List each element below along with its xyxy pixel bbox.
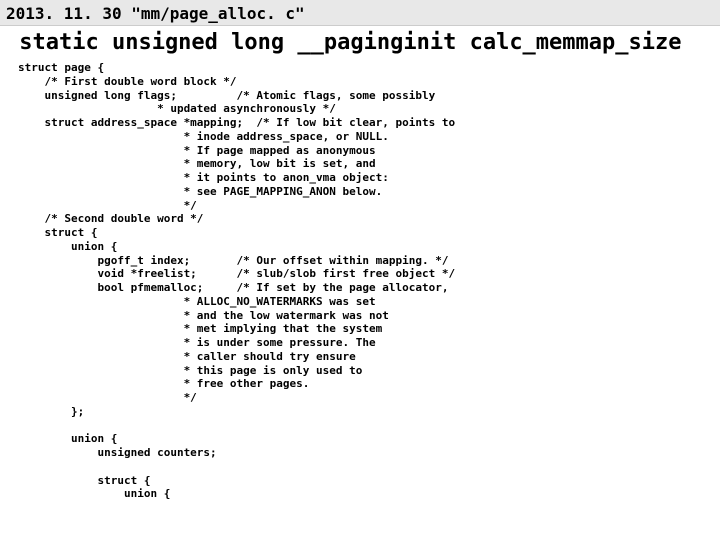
function-declaration: static unsigned long __paginginit calc_m… [0,26,720,61]
slide: 2013. 11. 30 "mm/page_alloc. c" static u… [0,0,720,540]
struct-code: struct page { /* First double word block… [0,61,720,501]
slide-header: 2013. 11. 30 "mm/page_alloc. c" [0,0,720,26]
